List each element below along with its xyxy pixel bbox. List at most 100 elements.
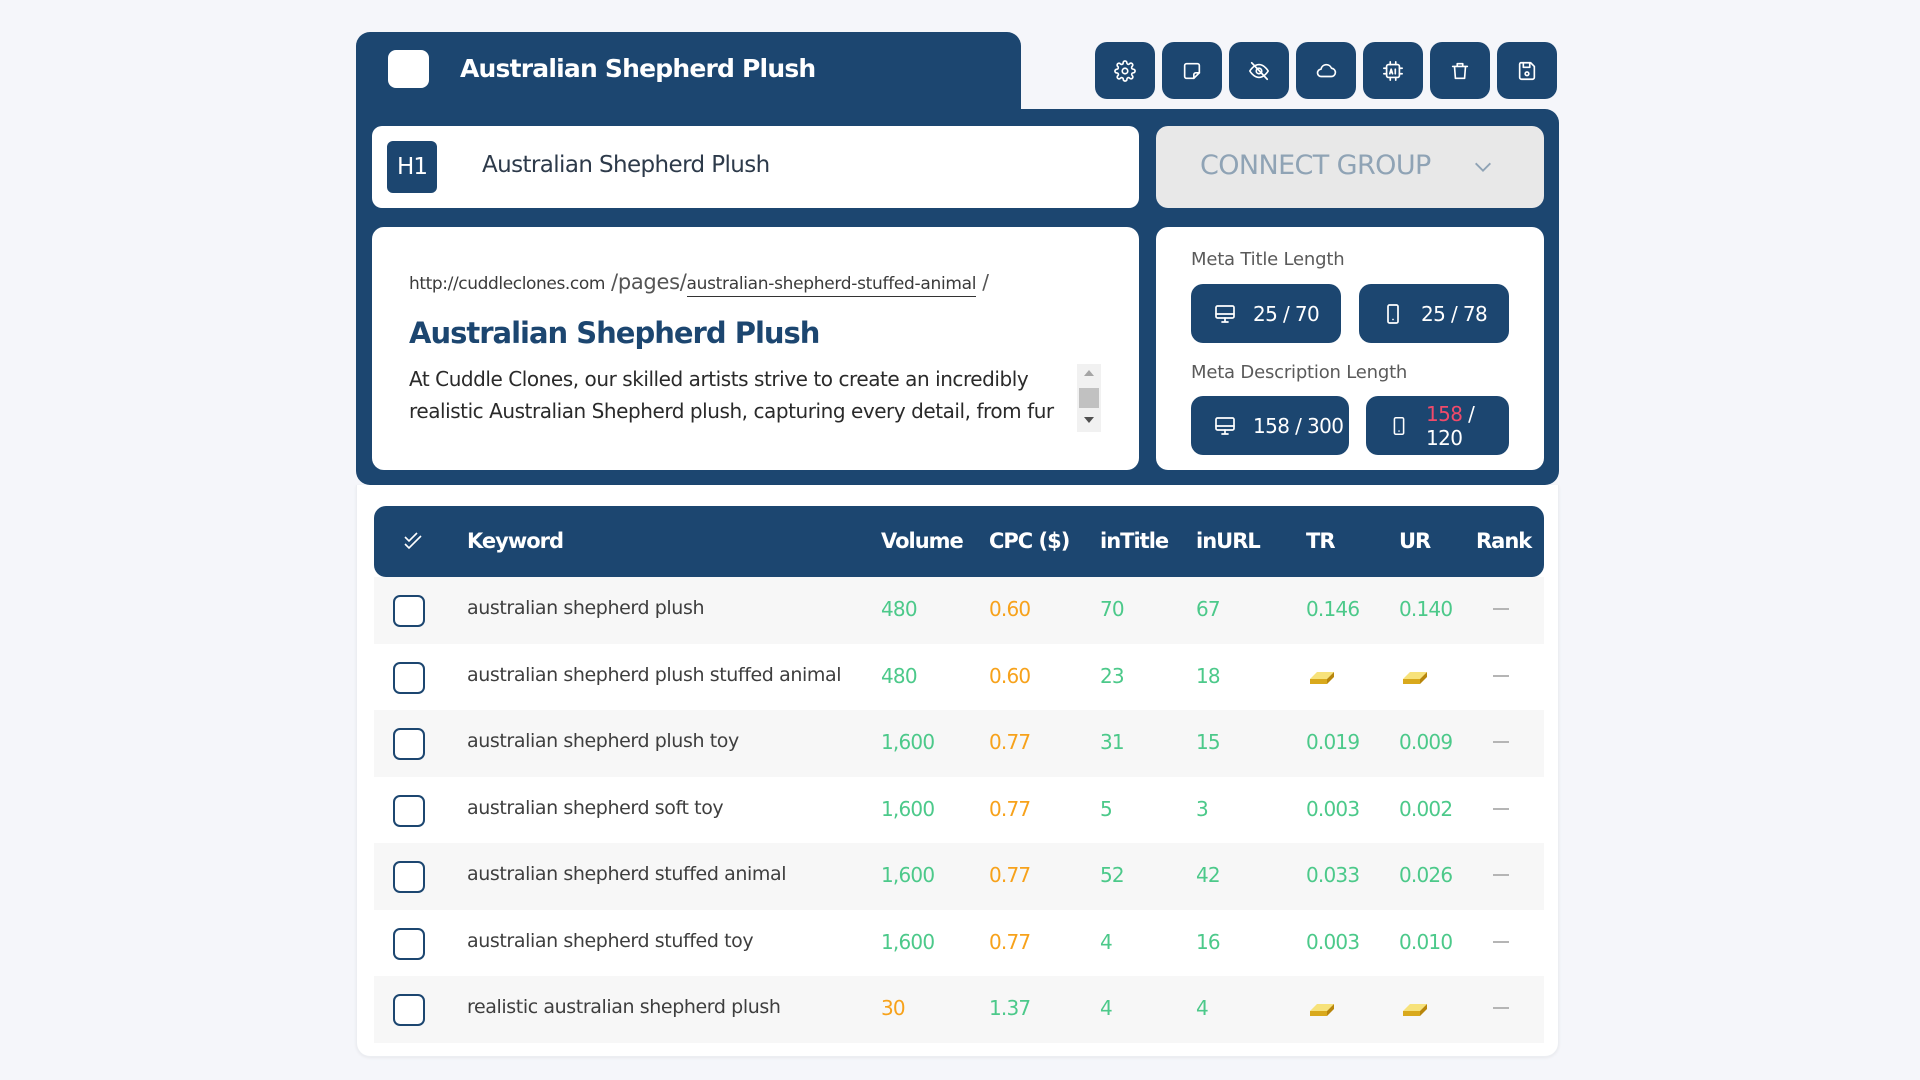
rank-empty-dash (1493, 874, 1509, 876)
meta-desc-mobile-badge[interactable]: 158 / 120 (1366, 396, 1509, 455)
serp-slug-input[interactable]: australian-shepherd-stuffed-animal (686, 274, 977, 297)
tr-cell: 0.019 (1306, 730, 1360, 754)
tr-cell: 0.003 (1306, 929, 1360, 954)
note-button[interactable] (1162, 42, 1222, 99)
keyword-cell: australian shepherd soft toy (467, 796, 724, 819)
cpc-cell: 0.77 (989, 730, 1031, 754)
scroll-up-arrow-icon[interactable] (1084, 370, 1094, 376)
meta-description-length-label: Meta Description Length (1191, 362, 1408, 383)
connect-group-dropdown[interactable]: CONNECT GROUP (1156, 126, 1544, 208)
select-all-check-icon[interactable] (401, 529, 425, 553)
scroll-thumb[interactable] (1079, 388, 1099, 408)
tr-cell: 0.003 (1306, 796, 1360, 821)
column-header-intitle[interactable]: inTitle (1100, 529, 1169, 553)
ur-cell: 0.009 (1399, 730, 1453, 754)
keyword-cell: realistic australian shepherd plush (467, 996, 781, 1018)
serp-path: /pages/ (611, 270, 687, 294)
row-checkbox[interactable] (393, 927, 425, 960)
sticky-note-icon (1183, 62, 1201, 79)
volume-cell: 1,600 (881, 796, 935, 821)
eye-off-icon (1249, 61, 1269, 80)
gold-bar-icon (1308, 1000, 1336, 1018)
table-row: australian shepherd plush toy 1,600 0.77 31… (374, 710, 1544, 777)
gold-bar-icon (1401, 1000, 1429, 1018)
connect-group-label: CONNECT GROUP (1200, 150, 1431, 181)
cloud-icon (1316, 63, 1337, 77)
row-checkbox[interactable] (393, 794, 425, 827)
column-header-volume[interactable]: Volume (881, 529, 964, 553)
rank-empty-dash (1493, 1007, 1509, 1009)
meta-length-panel: Meta Title Length 25 / 70 25 / 78 Meta D… (1156, 227, 1544, 470)
ur-cell: 0.002 (1399, 796, 1453, 821)
row-checkbox[interactable] (393, 661, 425, 694)
table-row: realistic australian shepherd plush 30 1.3… (374, 976, 1544, 1043)
volume-cell: 1,600 (881, 730, 935, 754)
tr-cell: 0.033 (1306, 863, 1360, 887)
settings-button[interactable] (1095, 42, 1155, 99)
intitle-cell: 4 (1100, 996, 1113, 1020)
serp-url: http://cuddleclones.com/pages/australian… (409, 270, 989, 297)
intitle-cell: 31 (1100, 730, 1125, 754)
column-header-ur[interactable]: UR (1399, 529, 1431, 553)
cpc-cell: 1.37 (989, 996, 1031, 1020)
row-checkbox[interactable] (393, 728, 425, 760)
inurl-cell: 4 (1196, 996, 1209, 1020)
h1-value[interactable]: Australian Shepherd Plush (482, 152, 770, 178)
intitle-cell: 52 (1100, 863, 1125, 887)
delete-button[interactable] (1430, 42, 1490, 99)
inurl-cell: 15 (1196, 730, 1221, 754)
rank-empty-dash (1493, 807, 1509, 810)
meta-title-desktop-badge[interactable]: 25 / 70 (1191, 284, 1341, 343)
tr-cell: 0.146 (1306, 597, 1360, 621)
column-header-cpc[interactable]: CPC ($) (989, 529, 1070, 553)
ur-cell: 0.010 (1399, 929, 1453, 954)
keyword-table-header: Keyword Volume CPC ($) inTitle inURL TR … (374, 506, 1544, 577)
toolbar (1095, 42, 1557, 99)
chevron-down-icon (1472, 156, 1494, 178)
ai-button[interactable] (1363, 42, 1423, 99)
scroll-down-arrow-icon[interactable] (1084, 417, 1094, 423)
cpc-cell: 0.77 (989, 863, 1031, 887)
volume-cell: 30 (881, 996, 906, 1020)
cloud-button[interactable] (1296, 42, 1356, 99)
meta-title-mobile-value: 25 / 78 (1421, 301, 1488, 326)
column-header-tr[interactable]: TR (1306, 529, 1335, 553)
save-button[interactable] (1497, 42, 1557, 99)
desktop-icon (1215, 416, 1235, 435)
serp-title[interactable]: Australian Shepherd Plush (409, 316, 820, 350)
column-header-rank[interactable]: Rank (1476, 529, 1532, 553)
meta-desc-desktop-badge[interactable]: 158 / 300 (1191, 396, 1349, 455)
serp-description[interactable]: At Cuddle Clones, our skilled artists st… (409, 363, 1069, 427)
h1-badge: H1 (387, 141, 437, 193)
row-checkbox[interactable] (393, 861, 425, 893)
select-page-checkbox[interactable] (388, 50, 429, 88)
ur-cell: 0.026 (1399, 863, 1453, 887)
serp-trailing-slash: / (982, 270, 989, 294)
gold-bar-icon (1401, 668, 1429, 686)
inurl-cell: 67 (1196, 597, 1221, 621)
column-header-inurl[interactable]: inURL (1196, 529, 1261, 553)
desktop-icon (1215, 304, 1235, 323)
column-header-keyword[interactable]: Keyword (467, 529, 564, 553)
meta-title-length-label: Meta Title Length (1191, 249, 1345, 270)
inurl-cell: 18 (1196, 663, 1221, 688)
rank-empty-dash (1493, 674, 1509, 677)
intitle-cell: 23 (1100, 663, 1125, 688)
hide-button[interactable] (1229, 42, 1289, 99)
intitle-cell: 5 (1100, 796, 1113, 821)
serp-domain: http://cuddleclones.com (409, 274, 606, 294)
keyword-cell: australian shepherd stuffed animal (467, 863, 787, 885)
row-checkbox[interactable] (393, 595, 425, 627)
table-row: australian shepherd stuffed animal 1,600 0… (374, 843, 1544, 910)
meta-title-mobile-badge[interactable]: 25 / 78 (1359, 284, 1509, 343)
row-checkbox[interactable] (393, 994, 425, 1026)
cpc-cell: 0.60 (989, 663, 1031, 688)
intitle-cell: 4 (1100, 929, 1113, 954)
description-scrollbar[interactable] (1077, 364, 1101, 432)
table-row: australian shepherd plush stuffed animal… (374, 644, 1544, 711)
volume-cell: 480 (881, 663, 918, 688)
h1-field[interactable]: H1 Australian Shepherd Plush (372, 126, 1139, 208)
gold-bar-icon (1308, 668, 1336, 686)
rank-empty-dash (1493, 741, 1509, 743)
keyword-cell: australian shepherd stuffed toy (467, 929, 754, 952)
